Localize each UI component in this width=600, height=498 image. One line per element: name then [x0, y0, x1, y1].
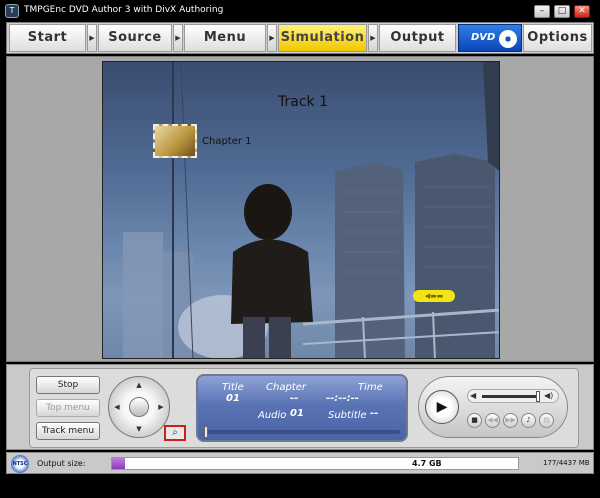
- menu-cursor-icon: ◀▬▬: [413, 290, 455, 302]
- window-title: TMPGEnc DVD Author 3 with DivX Authoring: [24, 5, 224, 15]
- output-size-ratio: 177/4437 MB: [543, 459, 590, 467]
- volume-control[interactable]: ◀ ◀): [467, 389, 559, 403]
- dvd-logo: DVD: [458, 24, 522, 52]
- main-panel: Track 1 Chapter 1 ◀▬▬: [6, 56, 594, 362]
- audio-value: 01: [290, 408, 304, 419]
- tab-source[interactable]: Source: [98, 24, 172, 52]
- dvd-preview-screen[interactable]: Track 1 Chapter 1 ◀▬▬: [102, 61, 500, 359]
- tab-menu[interactable]: Menu: [184, 24, 266, 52]
- next-icon[interactable]: ▶▶: [503, 413, 518, 428]
- minimize-button[interactable]: –: [534, 5, 550, 18]
- track-title: Track 1: [278, 94, 328, 110]
- ntsc-icon: NTSC: [11, 455, 29, 473]
- playback-info-display: Title 01 Chapter -- Time --:--:-- Audio …: [196, 374, 408, 442]
- subtitle-label: Subtitle: [328, 410, 367, 421]
- step-tabs: Start ▶ Source ▶ Menu ▶ Simulation ▶ Out…: [6, 22, 594, 54]
- time-label: Time: [358, 382, 383, 393]
- dvd-disc-icon: [499, 30, 517, 48]
- simulation-controls: Stop Top menu Track menu ▲ ▼ ◀ ▶ ⌕ Title…: [6, 364, 594, 450]
- subtitle-icon[interactable]: ▤: [539, 413, 554, 428]
- remote-panel: Stop Top menu Track menu ▲ ▼ ◀ ▶ ⌕ Title…: [29, 368, 579, 448]
- output-size-fill: [112, 458, 125, 469]
- arrow-right-icon: ▶: [368, 24, 378, 52]
- stop-button[interactable]: Stop: [36, 376, 100, 394]
- seek-slider[interactable]: [204, 426, 400, 438]
- audio-label: Audio: [258, 410, 287, 421]
- arrow-right-icon: ▶: [87, 24, 97, 52]
- arrow-left-icon[interactable]: ◀: [111, 401, 123, 413]
- stop-icon[interactable]: ■: [467, 413, 482, 428]
- app-logo-icon: T: [5, 4, 19, 18]
- arrow-right-icon: ▶: [267, 24, 277, 52]
- seek-slider-knob[interactable]: [204, 426, 208, 438]
- title-value: 01: [226, 393, 240, 404]
- dvd-logo-text: DVD: [471, 32, 496, 43]
- tab-options[interactable]: Options: [523, 24, 592, 52]
- output-size-label: Output size:: [37, 459, 86, 468]
- tab-simulation[interactable]: Simulation: [278, 24, 367, 52]
- maximize-button[interactable]: □: [554, 5, 570, 18]
- previous-icon[interactable]: ◀◀: [485, 413, 500, 428]
- time-value: --:--:--: [326, 393, 359, 404]
- arrow-down-icon[interactable]: ▼: [133, 423, 145, 435]
- player-controls: ▶ ◀ ◀) ■ ◀◀ ▶▶ ♪ ▤: [418, 376, 568, 438]
- chapter-thumbnail[interactable]: [153, 124, 197, 158]
- chapter-value: --: [290, 393, 299, 404]
- subtitle-value: --: [370, 408, 379, 419]
- enter-button[interactable]: [129, 397, 149, 417]
- tab-output[interactable]: Output: [379, 24, 456, 52]
- track-menu-button[interactable]: Track menu: [36, 422, 100, 440]
- volume-track[interactable]: [482, 395, 540, 398]
- app-window: T TMPGEnc DVD Author 3 with DivX Authori…: [0, 0, 600, 498]
- arrow-up-icon[interactable]: ▲: [133, 379, 145, 391]
- chapter-label: Chapter: [266, 382, 306, 393]
- play-icon[interactable]: ▶: [425, 390, 459, 424]
- chapter-label[interactable]: Chapter 1: [202, 136, 252, 147]
- volume-knob[interactable]: [536, 391, 540, 402]
- output-size-value: 4.7 GB: [412, 459, 442, 468]
- arrow-right-icon[interactable]: ▶: [155, 401, 167, 413]
- volume-mute-icon[interactable]: ◀: [470, 391, 476, 400]
- title-label: Title: [222, 382, 244, 393]
- audio-icon[interactable]: ♪: [521, 413, 536, 428]
- output-size-bar: 4.7 GB: [111, 457, 519, 470]
- direction-pad[interactable]: ▲ ▼ ◀ ▶: [108, 376, 170, 438]
- top-menu-button[interactable]: Top menu: [36, 399, 100, 417]
- status-bar: NTSC Output size: 4.7 GB 177/4437 MB: [6, 452, 594, 474]
- arrow-right-icon: ▶: [173, 24, 183, 52]
- zoom-search-icon[interactable]: ⌕: [164, 425, 186, 441]
- footer-area: [0, 476, 600, 498]
- tab-start[interactable]: Start: [9, 24, 86, 52]
- close-button[interactable]: ✕: [574, 5, 590, 18]
- title-bar: T TMPGEnc DVD Author 3 with DivX Authori…: [0, 0, 600, 22]
- volume-icon: ◀): [544, 391, 554, 400]
